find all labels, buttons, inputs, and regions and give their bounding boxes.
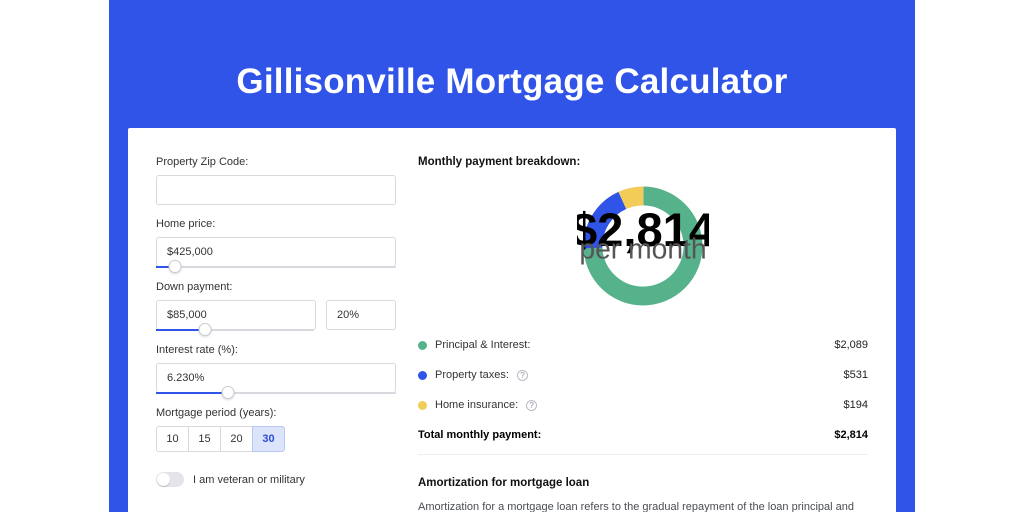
down-payment-slider[interactable] <box>156 329 314 331</box>
divider <box>418 454 868 455</box>
page: Gillisonville Mortgage Calculator Proper… <box>0 0 1024 512</box>
label-taxes: Property taxes: <box>435 369 509 381</box>
value-total: $2,814 <box>834 429 868 441</box>
home-price-slider-thumb[interactable] <box>169 260 182 273</box>
zip-label: Property Zip Code: <box>156 156 396 168</box>
veteran-toggle-knob <box>157 473 170 486</box>
dot-taxes <box>418 371 427 380</box>
veteran-label: I am veteran or military <box>193 474 305 486</box>
legend-row-tax: Property taxes: ? $531 <box>418 360 868 390</box>
interest-slider-fill <box>156 392 228 394</box>
down-payment-slider-thumb[interactable] <box>198 323 211 336</box>
label-principal: Principal & Interest: <box>435 339 530 351</box>
value-principal: $2,089 <box>834 339 868 351</box>
interest-slider-thumb[interactable] <box>222 386 235 399</box>
value-insurance: $194 <box>844 399 868 411</box>
period-label: Mortgage period (years): <box>156 407 396 419</box>
down-payment-field: Down payment: <box>156 281 396 331</box>
value-taxes: $531 <box>844 369 868 381</box>
home-price-input[interactable] <box>156 237 396 267</box>
period-10[interactable]: 10 <box>156 426 189 452</box>
info-icon[interactable]: ? <box>517 370 528 381</box>
dot-insurance <box>418 401 427 410</box>
amortization-text: Amortization for a mortgage loan refers … <box>418 499 868 512</box>
info-icon[interactable]: ? <box>526 400 537 411</box>
inputs-panel: Property Zip Code: Home price: Down paym… <box>156 156 396 512</box>
dot-principal <box>418 341 427 350</box>
legend: Principal & Interest: $2,089 Property ta… <box>418 330 868 450</box>
page-title: Gillisonville Mortgage Calculator <box>0 62 1024 102</box>
label-insurance: Home insurance: <box>435 399 518 411</box>
zip-field: Property Zip Code: <box>156 156 396 205</box>
period-buttons: 10 15 20 30 <box>156 426 396 452</box>
donut-svg: $2,814 per month <box>577 180 709 312</box>
breakdown-title: Monthly payment breakdown: <box>418 156 868 168</box>
period-15[interactable]: 15 <box>188 426 221 452</box>
label-total: Total monthly payment: <box>418 429 541 441</box>
interest-slider[interactable] <box>156 392 396 394</box>
period-20[interactable]: 20 <box>220 426 253 452</box>
period-field: Mortgage period (years): 10 15 20 30 <box>156 407 396 452</box>
down-payment-label: Down payment: <box>156 281 396 293</box>
calculator-card: Property Zip Code: Home price: Down paym… <box>128 128 896 512</box>
home-price-field: Home price: <box>156 218 396 268</box>
home-price-slider[interactable] <box>156 266 396 268</box>
home-price-label: Home price: <box>156 218 396 230</box>
period-30[interactable]: 30 <box>252 426 285 452</box>
amortization-title: Amortization for mortgage loan <box>418 477 868 489</box>
legend-row-total: Total monthly payment: $2,814 <box>418 420 868 450</box>
breakdown-panel: Monthly payment breakdown: $2,814 per mo… <box>418 156 868 512</box>
donut-sub: per month <box>579 233 706 265</box>
down-payment-pct-input[interactable] <box>326 300 396 330</box>
interest-label: Interest rate (%): <box>156 344 396 356</box>
interest-input[interactable] <box>156 363 396 393</box>
veteran-row: I am veteran or military <box>156 472 396 487</box>
legend-row-ins: Home insurance: ? $194 <box>418 390 868 420</box>
zip-input[interactable] <box>156 175 396 205</box>
interest-field: Interest rate (%): <box>156 344 396 394</box>
donut-chart: $2,814 per month <box>418 180 868 312</box>
legend-row-pi: Principal & Interest: $2,089 <box>418 330 868 360</box>
down-payment-input[interactable] <box>156 300 316 330</box>
veteran-toggle[interactable] <box>156 472 184 487</box>
